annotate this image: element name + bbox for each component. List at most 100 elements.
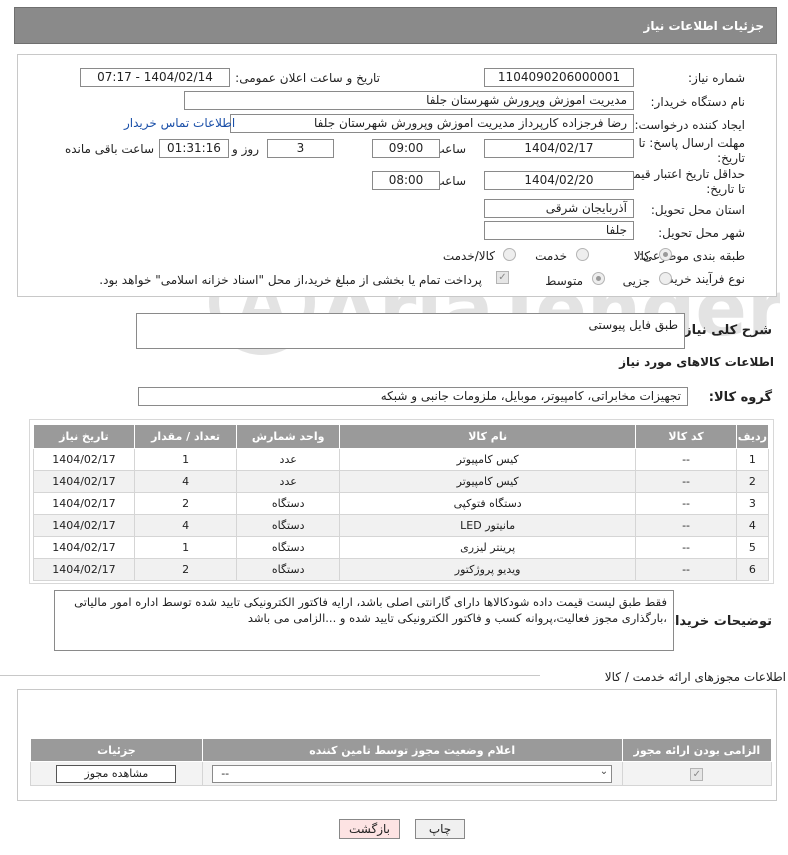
requester-value: رضا فرجزاده کارپرداز مدیریت اموزش وپرورش… — [230, 114, 634, 133]
goods-group-value: تجهیزات مخابراتی، کامپیوتر، موبایل، ملزو… — [138, 387, 688, 406]
cell-row-number: 4 — [735, 514, 770, 537]
print-button[interactable]: چاپ — [415, 819, 465, 839]
cell-row-number: 2 — [735, 470, 770, 493]
price-validity-label-line1: حداقل تاریخ اعتبار قیمت: — [618, 167, 745, 181]
description-textarea[interactable]: طبق فایل پیوستی — [136, 313, 685, 349]
cell-goods-code: -- — [635, 514, 737, 537]
reply-remaining-label: ساعت باقی مانده — [64, 142, 154, 156]
city-value: جلفا — [484, 221, 634, 240]
cell-goods-name: ویدیو پروژکتور — [338, 558, 637, 581]
table-row: 2 -- کیس کامپیوتر عدد 4 1404/02/17 — [33, 470, 770, 493]
permit-required-checkbox[interactable]: ✓ — [690, 767, 704, 781]
buyer-contact-link[interactable]: اطلاعات تماس خریدار — [124, 116, 235, 130]
buyer-org-label: نام دستگاه خریدار: — [650, 95, 746, 109]
view-permit-button[interactable]: مشاهده مجوز — [56, 764, 177, 783]
col-row-number: ردیف — [735, 424, 770, 449]
permits-table: الزامی بودن ارائه مجوز اعلام وضعیت مجوز … — [30, 738, 773, 786]
reply-deadline-time: 09:00 — [372, 139, 440, 158]
cell-permit-required: ✓ — [621, 761, 773, 786]
cell-goods-name: کیس کامپیوتر — [338, 470, 637, 493]
cell-need-date: 1404/02/17 — [33, 514, 135, 537]
page-title: جزئیات اطلاعات نیاز — [14, 7, 777, 44]
cell-quantity: 1 — [133, 448, 238, 471]
description-label: شرح کلی نیاز: — [678, 323, 772, 338]
announce-label: تاریخ و ساعت اعلان عمومی: — [235, 71, 380, 85]
category-radio-service[interactable] — [576, 248, 589, 261]
reply-deadline-label-line1: مهلت ارسال پاسخ: تا — [638, 136, 745, 150]
price-validity-label: حداقل تاریخ اعتبار قیمت: تا تاریخ: — [618, 167, 745, 197]
cell-quantity: 4 — [133, 514, 238, 537]
process-option-minor: جزیی — [622, 274, 650, 288]
cell-goods-code: -- — [635, 448, 737, 471]
permit-status-value: -- — [221, 766, 230, 780]
reply-deadline-date: 1404/02/17 — [484, 139, 634, 158]
price-validity-date: 1404/02/20 — [484, 171, 634, 190]
need-number-value: 1104090206000001 — [484, 68, 634, 87]
permit-status-select[interactable]: -- ⌄ — [212, 764, 613, 783]
province-label: استان محل تحویل: — [650, 203, 745, 217]
permits-table-header: الزامی بودن ارائه مجوز اعلام وضعیت مجوز … — [30, 738, 773, 762]
reply-days-value: 3 — [267, 139, 334, 158]
treasury-payment-checkbox[interactable]: ✓ — [496, 271, 509, 284]
category-radio-goods[interactable] — [659, 248, 672, 261]
col-permit-details: جزئیات — [30, 738, 203, 762]
province-value: آذربایجان شرقی — [484, 199, 634, 218]
cell-quantity: 1 — [133, 536, 238, 559]
reply-days-label: روز و — [232, 142, 259, 156]
goods-section-title: اطلاعات کالاهای مورد نیاز — [619, 355, 774, 369]
cell-need-date: 1404/02/17 — [33, 536, 135, 559]
price-validity-time: 08:00 — [372, 171, 440, 190]
table-row: 5 -- پرینتر لیزری دستگاه 1 1404/02/17 — [33, 536, 770, 559]
process-radio-minor[interactable] — [659, 272, 672, 285]
cell-permit-details: مشاهده مجوز — [30, 761, 203, 786]
cell-goods-name: مانیتور LED — [338, 514, 637, 537]
cell-need-date: 1404/02/17 — [33, 492, 135, 515]
goods-group-label: گروه کالا: — [708, 390, 772, 405]
col-permit-status: اعلام وضعیت مجوز توسط تامین کننده — [201, 738, 623, 762]
cell-row-number: 5 — [735, 536, 770, 559]
table-row: 3 -- دستگاه فتوکپی دستگاه 2 1404/02/17 — [33, 492, 770, 515]
col-goods-code: کد کالا — [635, 424, 737, 449]
cell-goods-code: -- — [635, 536, 737, 559]
reply-deadline-label: مهلت ارسال پاسخ: تا تاریخ: — [638, 136, 745, 166]
back-button[interactable]: بازگشت — [339, 819, 400, 839]
announce-value: 1404/02/14 - 07:17 — [80, 68, 230, 87]
cell-need-date: 1404/02/17 — [33, 470, 135, 493]
cell-need-date: 1404/02/17 — [33, 558, 135, 581]
need-number-label: شماره نیاز: — [688, 71, 745, 85]
cell-goods-code: -- — [635, 558, 737, 581]
table-row: 4 -- مانیتور LED دستگاه 4 1404/02/17 — [33, 514, 770, 537]
permits-divider — [0, 675, 540, 676]
table-row: 1 -- کیس کامپیوتر عدد 1 1404/02/17 — [33, 448, 770, 471]
price-validity-label-line2: تا تاریخ: — [706, 182, 745, 196]
treasury-payment-note: پرداخت تمام یا بخشی از مبلغ خرید،از محل … — [99, 273, 482, 287]
cell-quantity: 2 — [133, 492, 238, 515]
col-need-date: تاریخ نیاز — [33, 424, 135, 449]
cell-unit: دستگاه — [236, 492, 340, 515]
reply-deadline-label-line2: تاریخ: — [717, 151, 745, 165]
buyer-notes-label: توضیحات خریدار: — [662, 614, 772, 629]
permits-section-title: اطلاعات مجوزهای ارائه خدمت / کالا — [604, 670, 786, 684]
category-option-goods-service: کالا/خدمت — [442, 249, 495, 263]
city-label: شهر محل تحویل: — [658, 226, 745, 240]
process-radio-medium[interactable] — [592, 272, 605, 285]
description-text: طبق فایل پیوستی — [588, 318, 678, 332]
cell-unit: عدد — [236, 448, 340, 471]
cell-goods-code: -- — [635, 492, 737, 515]
col-quantity: تعداد / مقدار — [133, 424, 238, 449]
buyer-notes-text: فقط طبق لیست قیمت داده شودکالاها دارای گ… — [74, 595, 667, 625]
cell-unit: دستگاه — [236, 536, 340, 559]
permit-row: ✓ -- ⌄ مشاهده مجوز — [30, 761, 773, 786]
reply-remaining-value: 01:31:16 — [159, 139, 229, 158]
category-radio-goods-service[interactable] — [503, 248, 516, 261]
buyer-notes-textarea[interactable]: فقط طبق لیست قیمت داده شودکالاها دارای گ… — [54, 590, 674, 651]
cell-row-number: 3 — [735, 492, 770, 515]
category-label: طبقه بندی موضوعی: — [638, 249, 745, 263]
cell-permit-status: -- ⌄ — [201, 761, 623, 786]
cell-quantity: 4 — [133, 470, 238, 493]
cell-row-number: 6 — [735, 558, 770, 581]
cell-row-number: 1 — [735, 448, 770, 471]
goods-table-header: ردیف کد کالا نام کالا واحد شمارش تعداد /… — [33, 424, 770, 449]
cell-unit: عدد — [236, 470, 340, 493]
cell-need-date: 1404/02/17 — [33, 448, 135, 471]
